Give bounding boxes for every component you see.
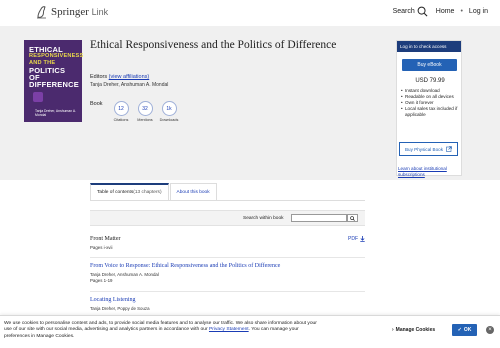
editor-names: Tanja Dreher, Anshuman A. Mondal — [90, 82, 169, 88]
book-title: Ethical Responsiveness and the Politics … — [90, 39, 337, 51]
springer-link-logo[interactable]: Springer Link — [35, 5, 108, 19]
buy-physical-book-button[interactable]: Buy Physical Book — [399, 142, 458, 156]
metric-citations[interactable]: 12 Citations — [112, 101, 130, 122]
springer-horse-icon — [37, 6, 46, 19]
tab-about-this-book[interactable]: About this book — [169, 183, 217, 200]
metric-label: Mentions — [137, 118, 153, 122]
chapter-pages: Pages 1-19 — [90, 278, 113, 283]
login-access-link[interactable]: Log in to check access — [397, 41, 461, 52]
site-header: Springer Link Search Home • Log in — [0, 0, 500, 26]
search-icon — [417, 6, 428, 17]
metric-value: 32 — [137, 101, 153, 116]
metric-value: 1k — [161, 101, 177, 116]
metric-value: 12 — [113, 101, 129, 116]
cover-title: Ethical Responsiveness and the Politics … — [29, 45, 84, 89]
toc-item-chapter: Locating Listening Tanja Dreher, Poppy d… — [90, 297, 365, 312]
privacy-statement-link[interactable]: Privacy Statement — [209, 327, 249, 332]
manage-cookies-button[interactable]: › Manage Cookies — [392, 327, 435, 333]
book-cover: Ethical Responsiveness and the Politics … — [24, 40, 84, 122]
book-type: Book — [90, 101, 103, 107]
cover-graphic — [33, 92, 43, 102]
search-label: Search — [392, 8, 415, 15]
editors-line: Editors (view affiliations) — [90, 74, 149, 80]
chapter-title-link[interactable]: Locating Listening — [90, 297, 365, 303]
pdf-download-link[interactable]: PDF — [348, 236, 365, 242]
ok-label: OK — [463, 327, 472, 333]
content-tabs: Table of contents (13 chapters) About th… — [90, 183, 217, 200]
toc-item-front-matter: Front Matter Pages i-xvii PDF — [90, 236, 365, 251]
cookie-banner: We use cookies to personalise content an… — [0, 315, 500, 348]
header-nav: Search Home • Log in — [393, 6, 488, 17]
toc-divider — [90, 291, 365, 292]
toc-item-chapter: From Voice to Response: Ethical Responsi… — [90, 263, 365, 284]
feature-item: Local sales tax included if applicable — [401, 106, 461, 118]
search-icon — [350, 215, 355, 221]
chevron-right-icon: › — [392, 327, 394, 333]
download-icon — [360, 236, 365, 242]
close-icon[interactable]: × — [486, 326, 494, 334]
buy-ebook-button[interactable]: Buy eBook — [402, 59, 457, 71]
pdf-label: PDF — [348, 236, 358, 242]
tabs-divider — [90, 200, 365, 201]
cookie-message: We use cookies to personalise content an… — [4, 321, 317, 339]
login-link[interactable]: Log in — [469, 8, 488, 15]
metric-label: Downloads — [159, 118, 179, 122]
search-within-button[interactable] — [347, 214, 358, 222]
editors-label: Editors — [90, 74, 108, 80]
ebook-price: USD 79.99 — [415, 78, 445, 84]
home-link[interactable]: Home — [436, 8, 455, 15]
ebook-features: Instant download Readable on all devices… — [401, 88, 461, 118]
tab-label: Table of contents — [97, 190, 134, 195]
manage-cookies-label: Manage Cookies — [395, 327, 436, 333]
metric-downloads[interactable]: 1k Downloads — [160, 101, 178, 122]
view-affiliations-link[interactable]: (view affiliations) — [109, 74, 150, 80]
nav-separator: • — [460, 8, 463, 15]
metric-label: Citations — [113, 118, 129, 122]
institutional-subscriptions-link[interactable]: Learn about institutional subscriptions — [398, 166, 462, 177]
search-within-label: Search within book — [243, 216, 284, 221]
external-link-icon — [446, 146, 452, 152]
tab-count: (13 chapters) — [133, 190, 162, 195]
chapter-pages: Pages i-xvii — [90, 245, 113, 250]
search-within-input[interactable] — [291, 214, 347, 222]
cover-editors: Tanja Dreher, Anshuman A. Mondal — [35, 109, 77, 117]
tab-table-of-contents[interactable]: Table of contents (13 chapters) — [90, 183, 169, 200]
book-metrics: 12 Citations 32 Mentions 1k Downloads — [112, 101, 178, 122]
chapter-title[interactable]: Front Matter — [90, 236, 365, 242]
metric-mentions[interactable]: 32 Mentions — [136, 101, 154, 122]
buy-physical-label: Buy Physical Book — [404, 146, 444, 152]
cookie-ok-button[interactable]: ✓ OK — [452, 324, 477, 336]
check-icon: ✓ — [457, 327, 462, 333]
chapter-title-link[interactable]: From Voice to Response: Ethical Responsi… — [90, 263, 365, 269]
logo-text: Springer Link — [51, 6, 109, 18]
chapter-authors: Tanja Dreher, Poppy de Souza — [90, 306, 150, 311]
toc-divider — [90, 257, 365, 258]
header-search[interactable]: Search — [393, 6, 428, 17]
